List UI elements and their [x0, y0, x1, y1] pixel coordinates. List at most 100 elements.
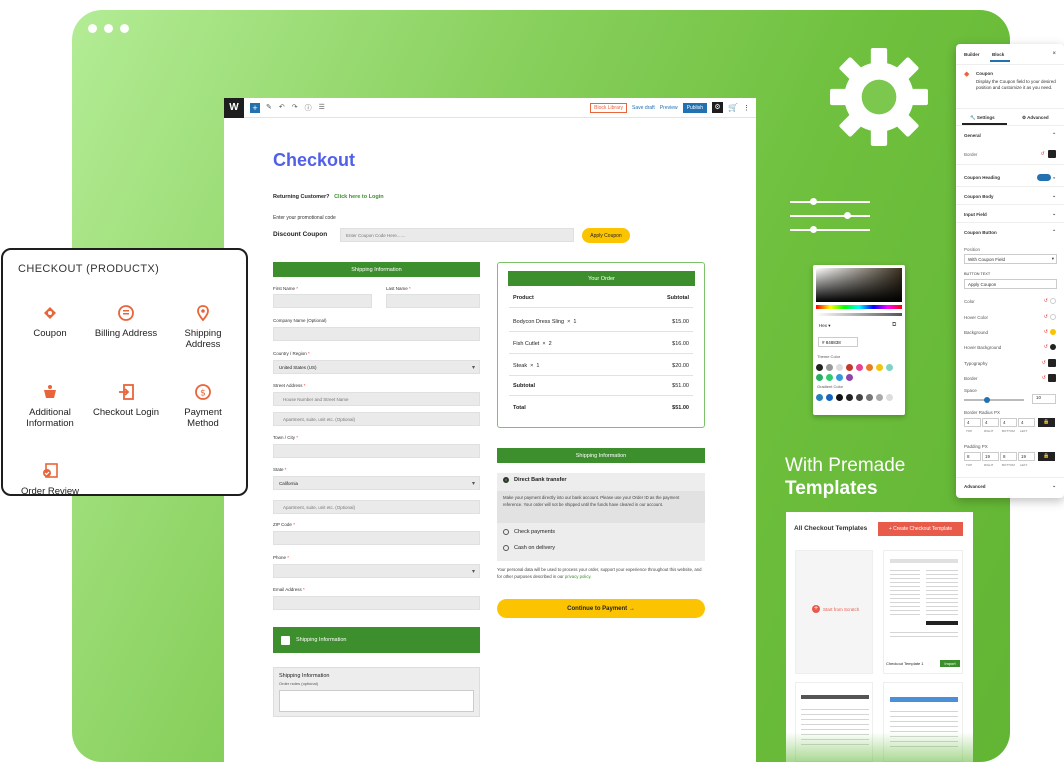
wordpress-logo-icon[interactable]: W: [224, 97, 244, 118]
radio-selected[interactable]: [503, 477, 509, 483]
spacing-input[interactable]: 19: [1018, 452, 1035, 461]
info-icon[interactable]: ⓘ: [305, 103, 312, 113]
toggle-switch[interactable]: [1036, 174, 1051, 181]
state-extra-field[interactable]: Apartment, suite, unit etc. (Optional): [273, 500, 480, 514]
border-style-icon[interactable]: [1048, 150, 1056, 158]
color-swatch[interactable]: [876, 364, 883, 371]
reset-icon[interactable]: ↺: [1041, 151, 1045, 157]
color-swatch[interactable]: [846, 394, 853, 401]
alpha-slider[interactable]: [816, 313, 902, 316]
zip-field[interactable]: [273, 531, 480, 545]
section-coupon-button[interactable]: Coupon Button ⌃: [964, 229, 1056, 235]
import-button[interactable]: Import: [940, 660, 960, 667]
color-swatch[interactable]: [886, 394, 893, 401]
color-picker[interactable]: Hex ▾ ⧉ # 848838 Theme Color Gradient Co…: [813, 265, 905, 415]
publish-button[interactable]: Publish: [682, 102, 708, 113]
order-review-block[interactable]: Order Review: [15, 462, 85, 497]
close-icon[interactable]: ×: [1052, 51, 1056, 57]
payment-option-check[interactable]: Check payments: [503, 529, 555, 535]
add-block-button[interactable]: +: [250, 102, 260, 113]
redo-icon[interactable]: ↷: [292, 103, 298, 113]
shipping-address-block[interactable]: Shipping Address: [168, 304, 238, 350]
prop-hover-color[interactable]: Hover Color ↺: [964, 314, 1056, 320]
coupon-input[interactable]: Enter Coupon Code Here.......: [340, 228, 574, 242]
tab-builder[interactable]: Builder: [964, 52, 980, 57]
spacing-input[interactable]: 8: [964, 452, 981, 461]
settings-gear-icon[interactable]: ⚙: [712, 102, 724, 113]
start-from-scratch[interactable]: + Start from Scratch: [812, 605, 859, 613]
space-input[interactable]: 10: [1032, 394, 1056, 404]
color-swatch[interactable]: [836, 374, 843, 381]
apply-coupon-button[interactable]: Apply Coupon: [582, 228, 630, 243]
color-swatch[interactable]: [856, 364, 863, 371]
checkbox[interactable]: [281, 635, 290, 645]
spacing-input[interactable]: 4: [1018, 418, 1035, 427]
color-swatch[interactable]: [866, 394, 873, 401]
prop-typography[interactable]: Typography ↺: [964, 359, 1056, 367]
continue-to-payment-button[interactable]: Continue to Payment →: [497, 599, 705, 618]
company-field[interactable]: [273, 327, 480, 341]
space-slider[interactable]: [964, 396, 1024, 403]
hex-input[interactable]: # 848838: [818, 337, 858, 347]
billing-address-block[interactable]: Billing Address: [91, 304, 161, 339]
radio[interactable]: [503, 545, 509, 551]
payment-method-block[interactable]: $ Payment Method: [168, 383, 238, 429]
order-notes-textarea[interactable]: [279, 690, 474, 712]
list-view-icon[interactable]: ☰: [319, 103, 325, 113]
payment-option-cod[interactable]: Cash on delivery: [503, 545, 555, 551]
last-name-field[interactable]: [386, 294, 480, 308]
prop-background[interactable]: Background ↺: [964, 329, 1056, 335]
color-swatch[interactable]: [846, 374, 853, 381]
first-name-field[interactable]: [273, 294, 372, 308]
additional-information-block[interactable]: Additional Information: [15, 383, 85, 429]
phone-field[interactable]: [273, 564, 480, 578]
color-swatch[interactable]: [836, 394, 843, 401]
section-coupon-body[interactable]: Coupon Body ⌄: [964, 193, 1056, 199]
color-swatch[interactable]: [876, 394, 883, 401]
tab-block[interactable]: Block: [992, 52, 1004, 57]
email-field[interactable]: [273, 596, 480, 610]
section-general[interactable]: General ⌃: [964, 132, 1056, 138]
link-values-icon[interactable]: 🔒: [1038, 418, 1055, 427]
more-options-icon[interactable]: ⋮: [743, 104, 750, 112]
spacing-input[interactable]: 4: [964, 418, 981, 427]
color-swatch[interactable]: [816, 364, 823, 371]
prop-hover-background[interactable]: Hover Background ↺: [964, 344, 1056, 350]
color-swatch[interactable]: [826, 364, 833, 371]
color-swatch[interactable]: [866, 364, 873, 371]
section-coupon-heading[interactable]: Coupon Heading ⌄: [964, 174, 1056, 181]
cart-icon[interactable]: 🛒: [728, 103, 738, 112]
undo-icon[interactable]: ↶: [279, 103, 285, 113]
template-card[interactable]: Checkout Template 1 Import: [883, 550, 963, 674]
tab-settings[interactable]: 🔧 Settings: [970, 115, 995, 121]
radio[interactable]: [503, 529, 509, 535]
privacy-link[interactable]: privacy policy.: [565, 574, 592, 579]
coupon-block[interactable]: Coupon: [15, 304, 85, 339]
block-library-button[interactable]: Block Library: [590, 102, 628, 113]
color-swatch[interactable]: [816, 394, 823, 401]
spacing-input[interactable]: 4: [982, 418, 999, 427]
save-draft-button[interactable]: Save draft: [632, 105, 655, 111]
country-select[interactable]: United States (US): [273, 360, 480, 374]
link-values-icon[interactable]: 🔒: [1038, 452, 1055, 461]
street-field-1[interactable]: House Number and Street Name: [273, 392, 480, 406]
tab-advanced[interactable]: ⚙ Advanced: [1022, 115, 1049, 121]
prop-border[interactable]: Border ↺: [964, 374, 1056, 382]
spacing-input[interactable]: 4: [1000, 418, 1017, 427]
payment-option-bank[interactable]: Direct Bank transfer: [503, 477, 567, 483]
section-advanced[interactable]: Advanced ⌄: [964, 483, 1056, 489]
start-from-scratch-card[interactable]: + Start from Scratch: [795, 550, 873, 674]
color-swatch[interactable]: [846, 364, 853, 371]
color-swatch[interactable]: [836, 364, 843, 371]
state-select[interactable]: California: [273, 476, 480, 490]
spacing-input[interactable]: 8: [1000, 452, 1017, 461]
prop-color[interactable]: Color ↺: [964, 298, 1056, 304]
color-swatch[interactable]: [826, 394, 833, 401]
saturation-area[interactable]: [816, 268, 902, 302]
preview-button[interactable]: Preview: [660, 105, 678, 111]
section-input-field[interactable]: Input Field ⌄: [964, 211, 1056, 217]
checkout-login-block[interactable]: Checkout Login: [91, 383, 161, 418]
color-swatch[interactable]: [826, 374, 833, 381]
position-select[interactable]: With Coupon Field ▾: [964, 254, 1057, 264]
ship-different-toggle[interactable]: Shipping Information: [273, 627, 480, 653]
